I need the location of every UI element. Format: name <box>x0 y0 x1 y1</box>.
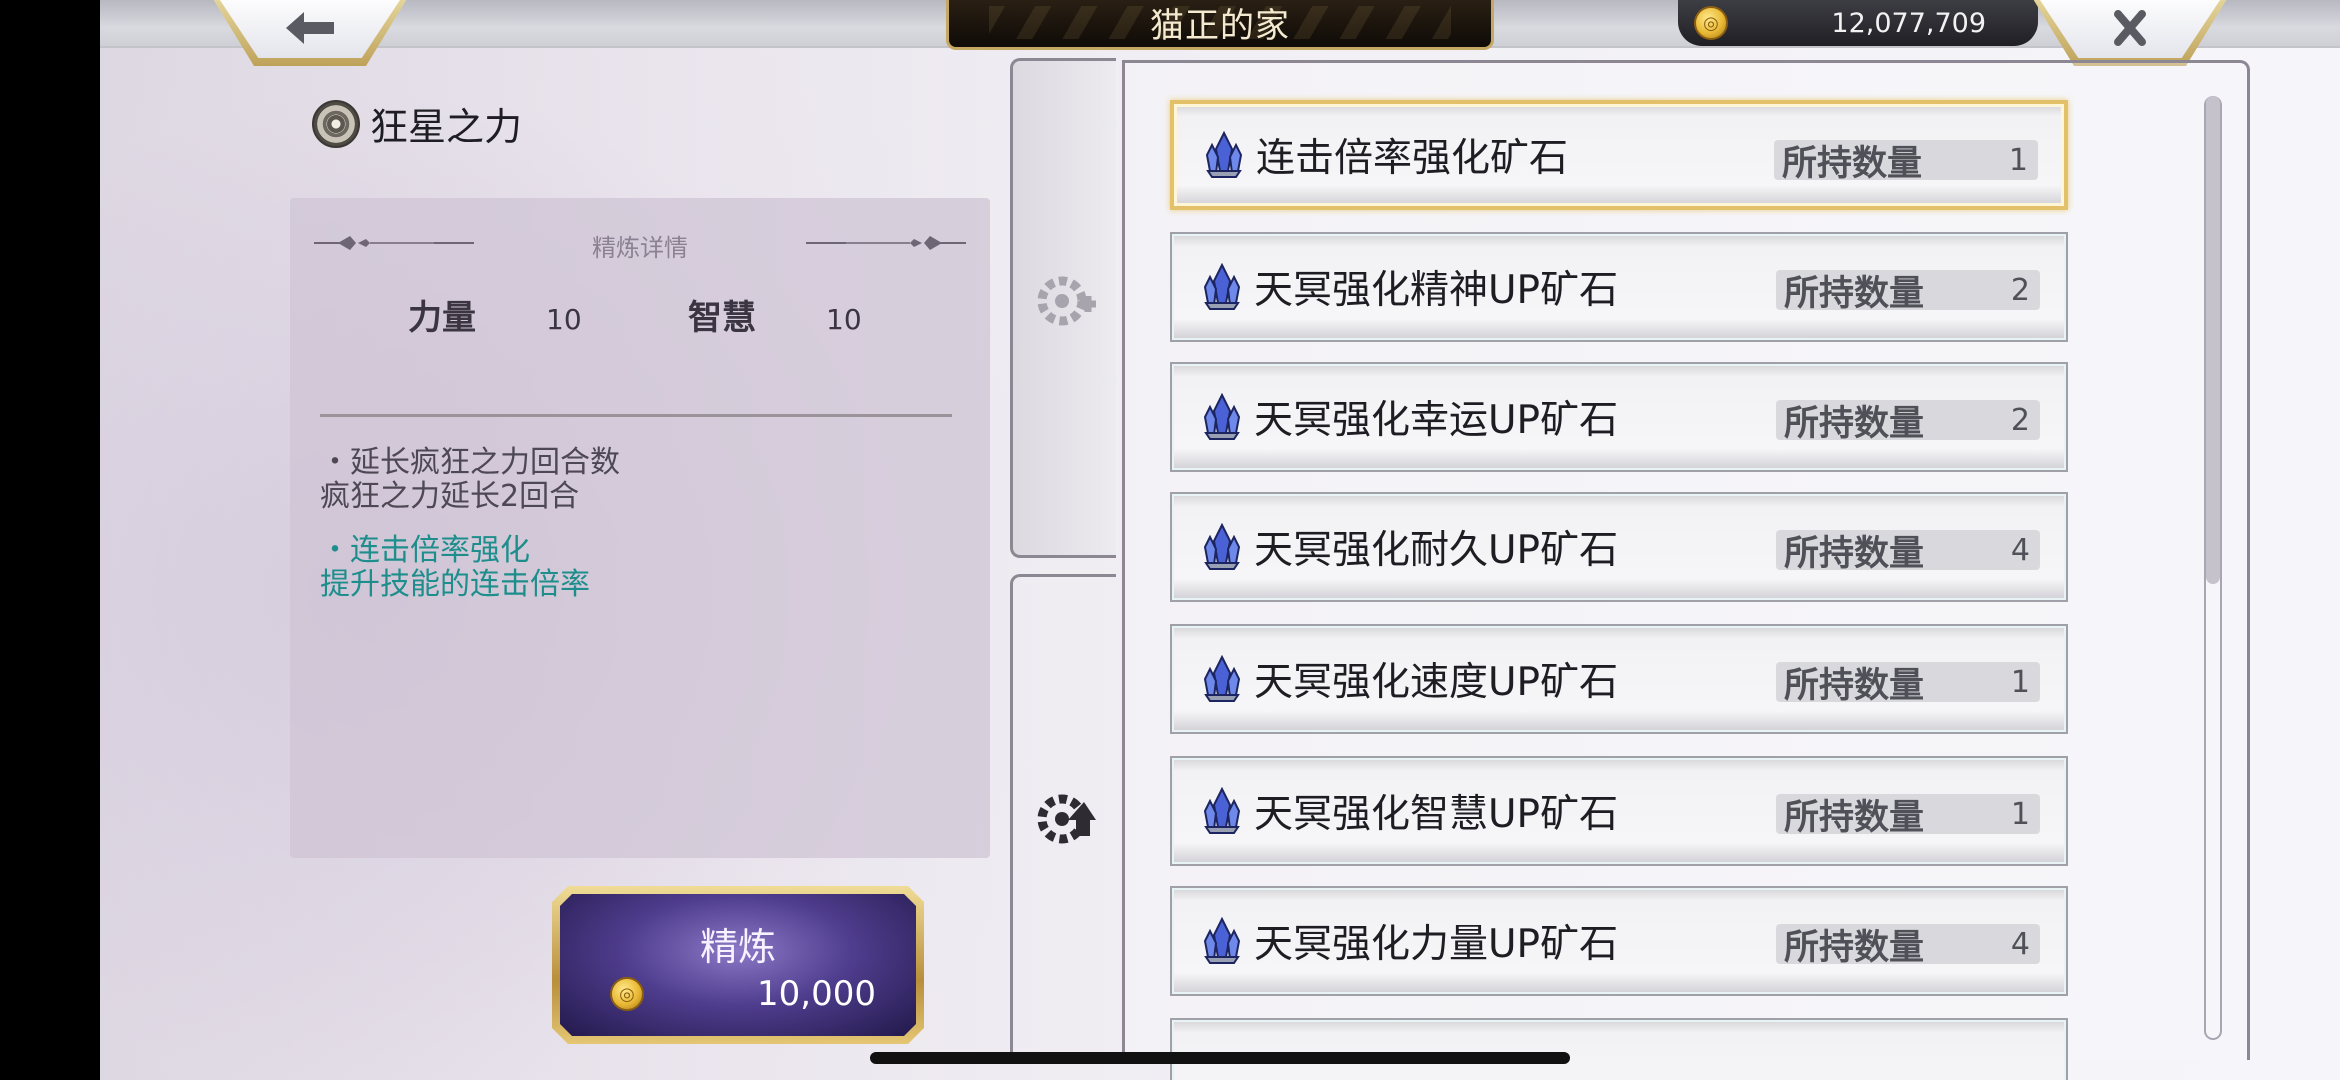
game-screen: 猫正的家 ◎ 12,077,709 狂星之力 精炼详情 力量 10 智慧 10 … <box>100 0 2340 1080</box>
gold-coin-icon: ◎ <box>610 977 644 1011</box>
crystal-ore-icon <box>1205 131 1243 178</box>
arrow-left-icon <box>286 12 334 44</box>
currency-value: 12,077,709 <box>1831 7 1986 39</box>
ore-quantity: 所持数量 4 <box>1776 924 2040 968</box>
quantity-label: 所持数量 <box>1784 797 1925 838</box>
quantity-value: 1 <box>2010 796 2030 832</box>
quantity-value: 2 <box>2010 402 2030 438</box>
stat-wisdom: 智慧 10 <box>688 290 862 339</box>
quantity-value: 4 <box>2010 532 2030 568</box>
stat-value: 10 <box>826 303 862 336</box>
ore-list-item[interactable]: 天冥强化智慧UP矿石 所持数量 1 <box>1170 756 2068 866</box>
refine-button-label: 精炼 <box>699 925 776 969</box>
skill-title: 狂星之力 <box>312 96 522 151</box>
stat-strength: 力量 10 <box>408 290 582 339</box>
close-button[interactable] <box>2030 0 2230 66</box>
quantity-label: 所持数量 <box>1784 927 1925 968</box>
gear-plus-icon[interactable] <box>1034 270 1098 332</box>
ore-name: 天冥强化耐久UP矿石 <box>1254 528 1619 573</box>
quantity-label: 所持数量 <box>1784 403 1925 444</box>
stat-label: 智慧 <box>688 298 756 338</box>
crystal-ore-icon <box>1203 393 1241 440</box>
skill-name: 狂星之力 <box>370 105 523 149</box>
ore-list-item-partial[interactable] <box>1170 1018 2068 1080</box>
mad-star-emblem-icon <box>312 99 360 148</box>
effect-description: 提升技能的连击倍率 <box>320 567 590 602</box>
ore-name: 天冥强化智慧UP矿石 <box>1254 792 1619 837</box>
ore-quantity: 所持数量 1 <box>1776 794 2040 838</box>
refine-detail-card: 精炼详情 力量 10 智慧 10 ・延长疯狂之力回合数 疯狂之力延长2回合 ・连… <box>290 198 990 858</box>
gold-coin-icon: ◎ <box>1694 6 1728 40</box>
close-x-icon <box>2114 10 2146 46</box>
quantity-value: 4 <box>2010 926 2030 962</box>
quantity-value: 1 <box>2010 664 2030 700</box>
ore-name: 天冥强化速度UP矿石 <box>1254 660 1619 705</box>
quantity-value: 2 <box>2010 272 2030 308</box>
back-button-face[interactable] <box>216 0 404 58</box>
ore-name: 天冥强化力量UP矿石 <box>1254 922 1619 967</box>
divider <box>320 414 952 417</box>
ore-name: 天冥强化幸运UP矿石 <box>1254 398 1619 443</box>
quantity-label: 所持数量 <box>1784 665 1925 706</box>
quantity-value: 1 <box>2008 142 2028 178</box>
effect-combo-rate: ・连击倍率强化 提升技能的连击倍率 <box>320 534 590 602</box>
ore-quantity: 所持数量 4 <box>1776 530 2040 574</box>
scrollbar-thumb[interactable] <box>2206 96 2220 584</box>
ore-quantity: 所持数量 1 <box>1776 662 2040 706</box>
stat-label: 力量 <box>408 298 476 338</box>
refine-cost: ◎ 10,000 <box>610 974 876 1014</box>
effect-extend-rounds: ・延长疯狂之力回合数 疯狂之力延长2回合 <box>320 446 620 514</box>
effect-title: ・连击倍率强化 <box>320 533 530 568</box>
location-title-plate: 猫正的家 <box>946 0 1494 50</box>
crystal-ore-icon <box>1203 523 1241 570</box>
home-indicator[interactable] <box>870 1052 1570 1064</box>
effect-title: ・延长疯狂之力回合数 <box>320 445 620 480</box>
ore-list-item[interactable]: 天冥强化耐久UP矿石 所持数量 4 <box>1170 492 2068 602</box>
page-title: 猫正的家 <box>1150 6 1290 46</box>
refine-button[interactable]: 精炼 ◎ 10,000 <box>552 886 924 1044</box>
ore-quantity: 所持数量 1 <box>1774 140 2038 184</box>
crystal-ore-icon <box>1203 787 1241 834</box>
crystal-ore-icon <box>1203 917 1241 964</box>
ore-list-item[interactable]: 天冥强化力量UP矿石 所持数量 4 <box>1170 886 2068 996</box>
quantity-label: 所持数量 <box>1784 273 1925 314</box>
ornament-divider-icon <box>806 236 966 250</box>
effect-description: 疯狂之力延长2回合 <box>320 479 580 514</box>
ore-list-item[interactable]: 天冥强化速度UP矿石 所持数量 1 <box>1170 624 2068 734</box>
stat-value: 10 <box>546 303 582 336</box>
ore-list-item[interactable]: 天冥强化幸运UP矿石 所持数量 2 <box>1170 362 2068 472</box>
refine-cost-value: 10,000 <box>757 974 876 1014</box>
quantity-label: 所持数量 <box>1784 533 1925 574</box>
close-button-face[interactable] <box>2036 0 2224 58</box>
quantity-label: 所持数量 <box>1782 143 1923 184</box>
crystal-ore-icon <box>1203 655 1241 702</box>
ore-list-item[interactable]: 天冥强化精神UP矿石 所持数量 2 <box>1170 232 2068 342</box>
tab-rail <box>1008 58 1124 1064</box>
ore-list-item[interactable]: 连击倍率强化矿石 所持数量 1 <box>1170 100 2068 210</box>
ore-quantity: 所持数量 2 <box>1776 270 2040 314</box>
ore-name: 连击倍率强化矿石 <box>1256 136 1569 181</box>
gear-arrow-up-icon[interactable] <box>1034 788 1098 850</box>
crystal-ore-icon <box>1203 263 1241 310</box>
currency-display: ◎ 12,077,709 <box>1678 0 2038 46</box>
ore-quantity: 所持数量 2 <box>1776 400 2040 444</box>
ore-name: 天冥强化精神UP矿石 <box>1254 268 1619 313</box>
